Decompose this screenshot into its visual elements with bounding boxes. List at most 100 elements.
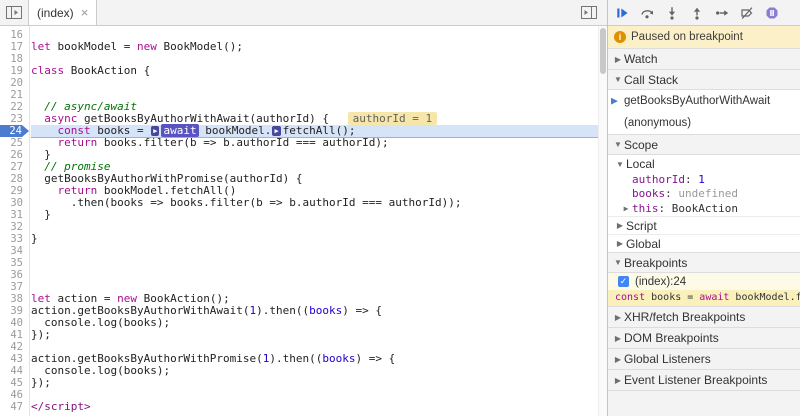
- editor-tabbar: (index) ×: [0, 0, 607, 26]
- line-number[interactable]: 24: [0, 125, 29, 137]
- code-editor[interactable]: 1617181920212223242526272829303132333435…: [0, 26, 607, 416]
- line-number[interactable]: 32: [0, 221, 29, 233]
- code-line[interactable]: .then(books => books.filter(b => b.autho…: [31, 197, 598, 209]
- line-number-gutter[interactable]: 1617181920212223242526272829303132333435…: [0, 26, 30, 416]
- scrollbar-thumb[interactable]: [600, 28, 606, 74]
- line-number[interactable]: 41: [0, 329, 29, 341]
- code-line[interactable]: }: [31, 209, 598, 221]
- section-title: Call Stack: [624, 73, 678, 87]
- step-button[interactable]: [713, 4, 731, 22]
- line-number[interactable]: 47: [0, 401, 29, 413]
- line-number[interactable]: 37: [0, 281, 29, 293]
- navigator-toggle-button[interactable]: [0, 0, 28, 25]
- section-header-dom-breakpoints[interactable]: ▶DOM Breakpoints: [608, 327, 800, 348]
- code-line[interactable]: console.log(books);: [31, 317, 598, 329]
- scope-variable[interactable]: ▶this: BookAction: [608, 201, 800, 216]
- chevron-right-icon: ▶: [612, 355, 624, 364]
- step-into-marker-icon[interactable]: ▶: [151, 126, 159, 136]
- line-number[interactable]: 40: [0, 317, 29, 329]
- step-over-button[interactable]: [638, 4, 656, 22]
- section-header-breakpoints[interactable]: ▼Breakpoints: [608, 252, 800, 273]
- line-number[interactable]: 42: [0, 341, 29, 353]
- line-number[interactable]: 23: [0, 113, 29, 125]
- breakpoint-marker[interactable]: 24: [0, 125, 29, 137]
- step-out-button[interactable]: [688, 4, 706, 22]
- deactivate-breakpoints-icon: [740, 6, 754, 20]
- breakpoint-snippet[interactable]: const books = await bookModel.fetc: [608, 290, 800, 306]
- code-line[interactable]: class BookAction {: [31, 65, 598, 77]
- chevron-right-icon: ▶: [612, 334, 624, 343]
- line-number[interactable]: 38: [0, 293, 29, 305]
- code-line[interactable]: [31, 389, 598, 401]
- code-line[interactable]: [31, 77, 598, 89]
- line-number[interactable]: 16: [0, 29, 29, 41]
- line-number[interactable]: 46: [0, 389, 29, 401]
- code-line[interactable]: }: [31, 233, 598, 245]
- line-number[interactable]: 30: [0, 197, 29, 209]
- line-number[interactable]: 25: [0, 137, 29, 149]
- line-number[interactable]: 19: [0, 65, 29, 77]
- code-line[interactable]: console.log(books);: [31, 365, 598, 377]
- line-number[interactable]: 45: [0, 377, 29, 389]
- line-number[interactable]: 21: [0, 89, 29, 101]
- editor-scrollbar[interactable]: [598, 26, 607, 416]
- file-tab-label: (index): [37, 6, 74, 20]
- code-line[interactable]: [31, 245, 598, 257]
- code-line[interactable]: return books.filter(b => b.authorId === …: [31, 137, 598, 149]
- scope-group-title: Global: [626, 237, 661, 251]
- code-line[interactable]: }: [31, 149, 598, 161]
- breakpoint-entry[interactable]: ✓ (index):24: [608, 273, 800, 290]
- line-number[interactable]: 31: [0, 209, 29, 221]
- call-stack-frame[interactable]: ▶getBooksByAuthorWithAwait: [608, 90, 800, 112]
- line-number[interactable]: 43: [0, 353, 29, 365]
- line-number[interactable]: 33: [0, 233, 29, 245]
- file-tab[interactable]: (index) ×: [28, 0, 97, 25]
- resume-button[interactable]: [613, 4, 631, 22]
- breakpoint-checkbox[interactable]: ✓: [618, 276, 629, 287]
- code-line[interactable]: let bookModel = new BookModel();: [31, 41, 598, 53]
- variable-value: 1: [698, 173, 705, 187]
- code-line[interactable]: [31, 269, 598, 281]
- breakpoint-location: (index):24: [635, 276, 686, 288]
- step-into-marker-icon[interactable]: ▶: [272, 126, 280, 136]
- code-area[interactable]: let bookModel = new BookModel(); class Bo…: [31, 26, 598, 416]
- line-number[interactable]: 29: [0, 185, 29, 197]
- deactivate-breakpoints-button[interactable]: [738, 4, 756, 22]
- pause-on-exceptions-button[interactable]: [763, 4, 781, 22]
- code-line[interactable]: [31, 257, 598, 269]
- panel-toggle-icon: [581, 6, 597, 19]
- variable-name: authorId: [632, 173, 685, 187]
- line-number[interactable]: 44: [0, 365, 29, 377]
- close-icon[interactable]: ×: [81, 8, 89, 18]
- line-number[interactable]: 20: [0, 77, 29, 89]
- scope-group-global[interactable]: ▶Global: [608, 234, 800, 252]
- line-number[interactable]: 26: [0, 149, 29, 161]
- line-number[interactable]: 39: [0, 305, 29, 317]
- line-number[interactable]: 28: [0, 173, 29, 185]
- section-header-event-listener-breakpoints[interactable]: ▶Event Listener Breakpoints: [608, 369, 800, 390]
- step-into-button[interactable]: [663, 4, 681, 22]
- code-line[interactable]: </script>: [31, 401, 598, 413]
- scope-group-local[interactable]: ▼Local: [608, 155, 800, 173]
- line-number[interactable]: 22: [0, 101, 29, 113]
- scope-group-script[interactable]: ▶Script: [608, 216, 800, 234]
- code-line[interactable]: });: [31, 377, 598, 389]
- editor-pane-toggle-button[interactable]: [575, 0, 603, 25]
- section-header-scope[interactable]: ▼Scope: [608, 134, 800, 155]
- scope-group-title: Script: [626, 219, 657, 233]
- section-header-xhr-fetch-breakpoints[interactable]: ▶XHR/fetch Breakpoints: [608, 306, 800, 327]
- line-number[interactable]: 18: [0, 53, 29, 65]
- section-header-call-stack[interactable]: ▼Call Stack: [608, 69, 800, 90]
- line-number[interactable]: 27: [0, 161, 29, 173]
- chevron-right-icon: ▶: [614, 239, 626, 248]
- line-number[interactable]: 35: [0, 257, 29, 269]
- line-number[interactable]: 34: [0, 245, 29, 257]
- code-line[interactable]: [31, 221, 598, 233]
- code-line[interactable]: });: [31, 329, 598, 341]
- section-header-global-listeners[interactable]: ▶Global Listeners: [608, 348, 800, 369]
- line-number[interactable]: 36: [0, 269, 29, 281]
- code-token: bookModel.fetc: [729, 292, 800, 303]
- line-number[interactable]: 17: [0, 41, 29, 53]
- section-header-watch[interactable]: ▶Watch: [608, 48, 800, 69]
- call-stack-frame[interactable]: (anonymous): [608, 112, 800, 134]
